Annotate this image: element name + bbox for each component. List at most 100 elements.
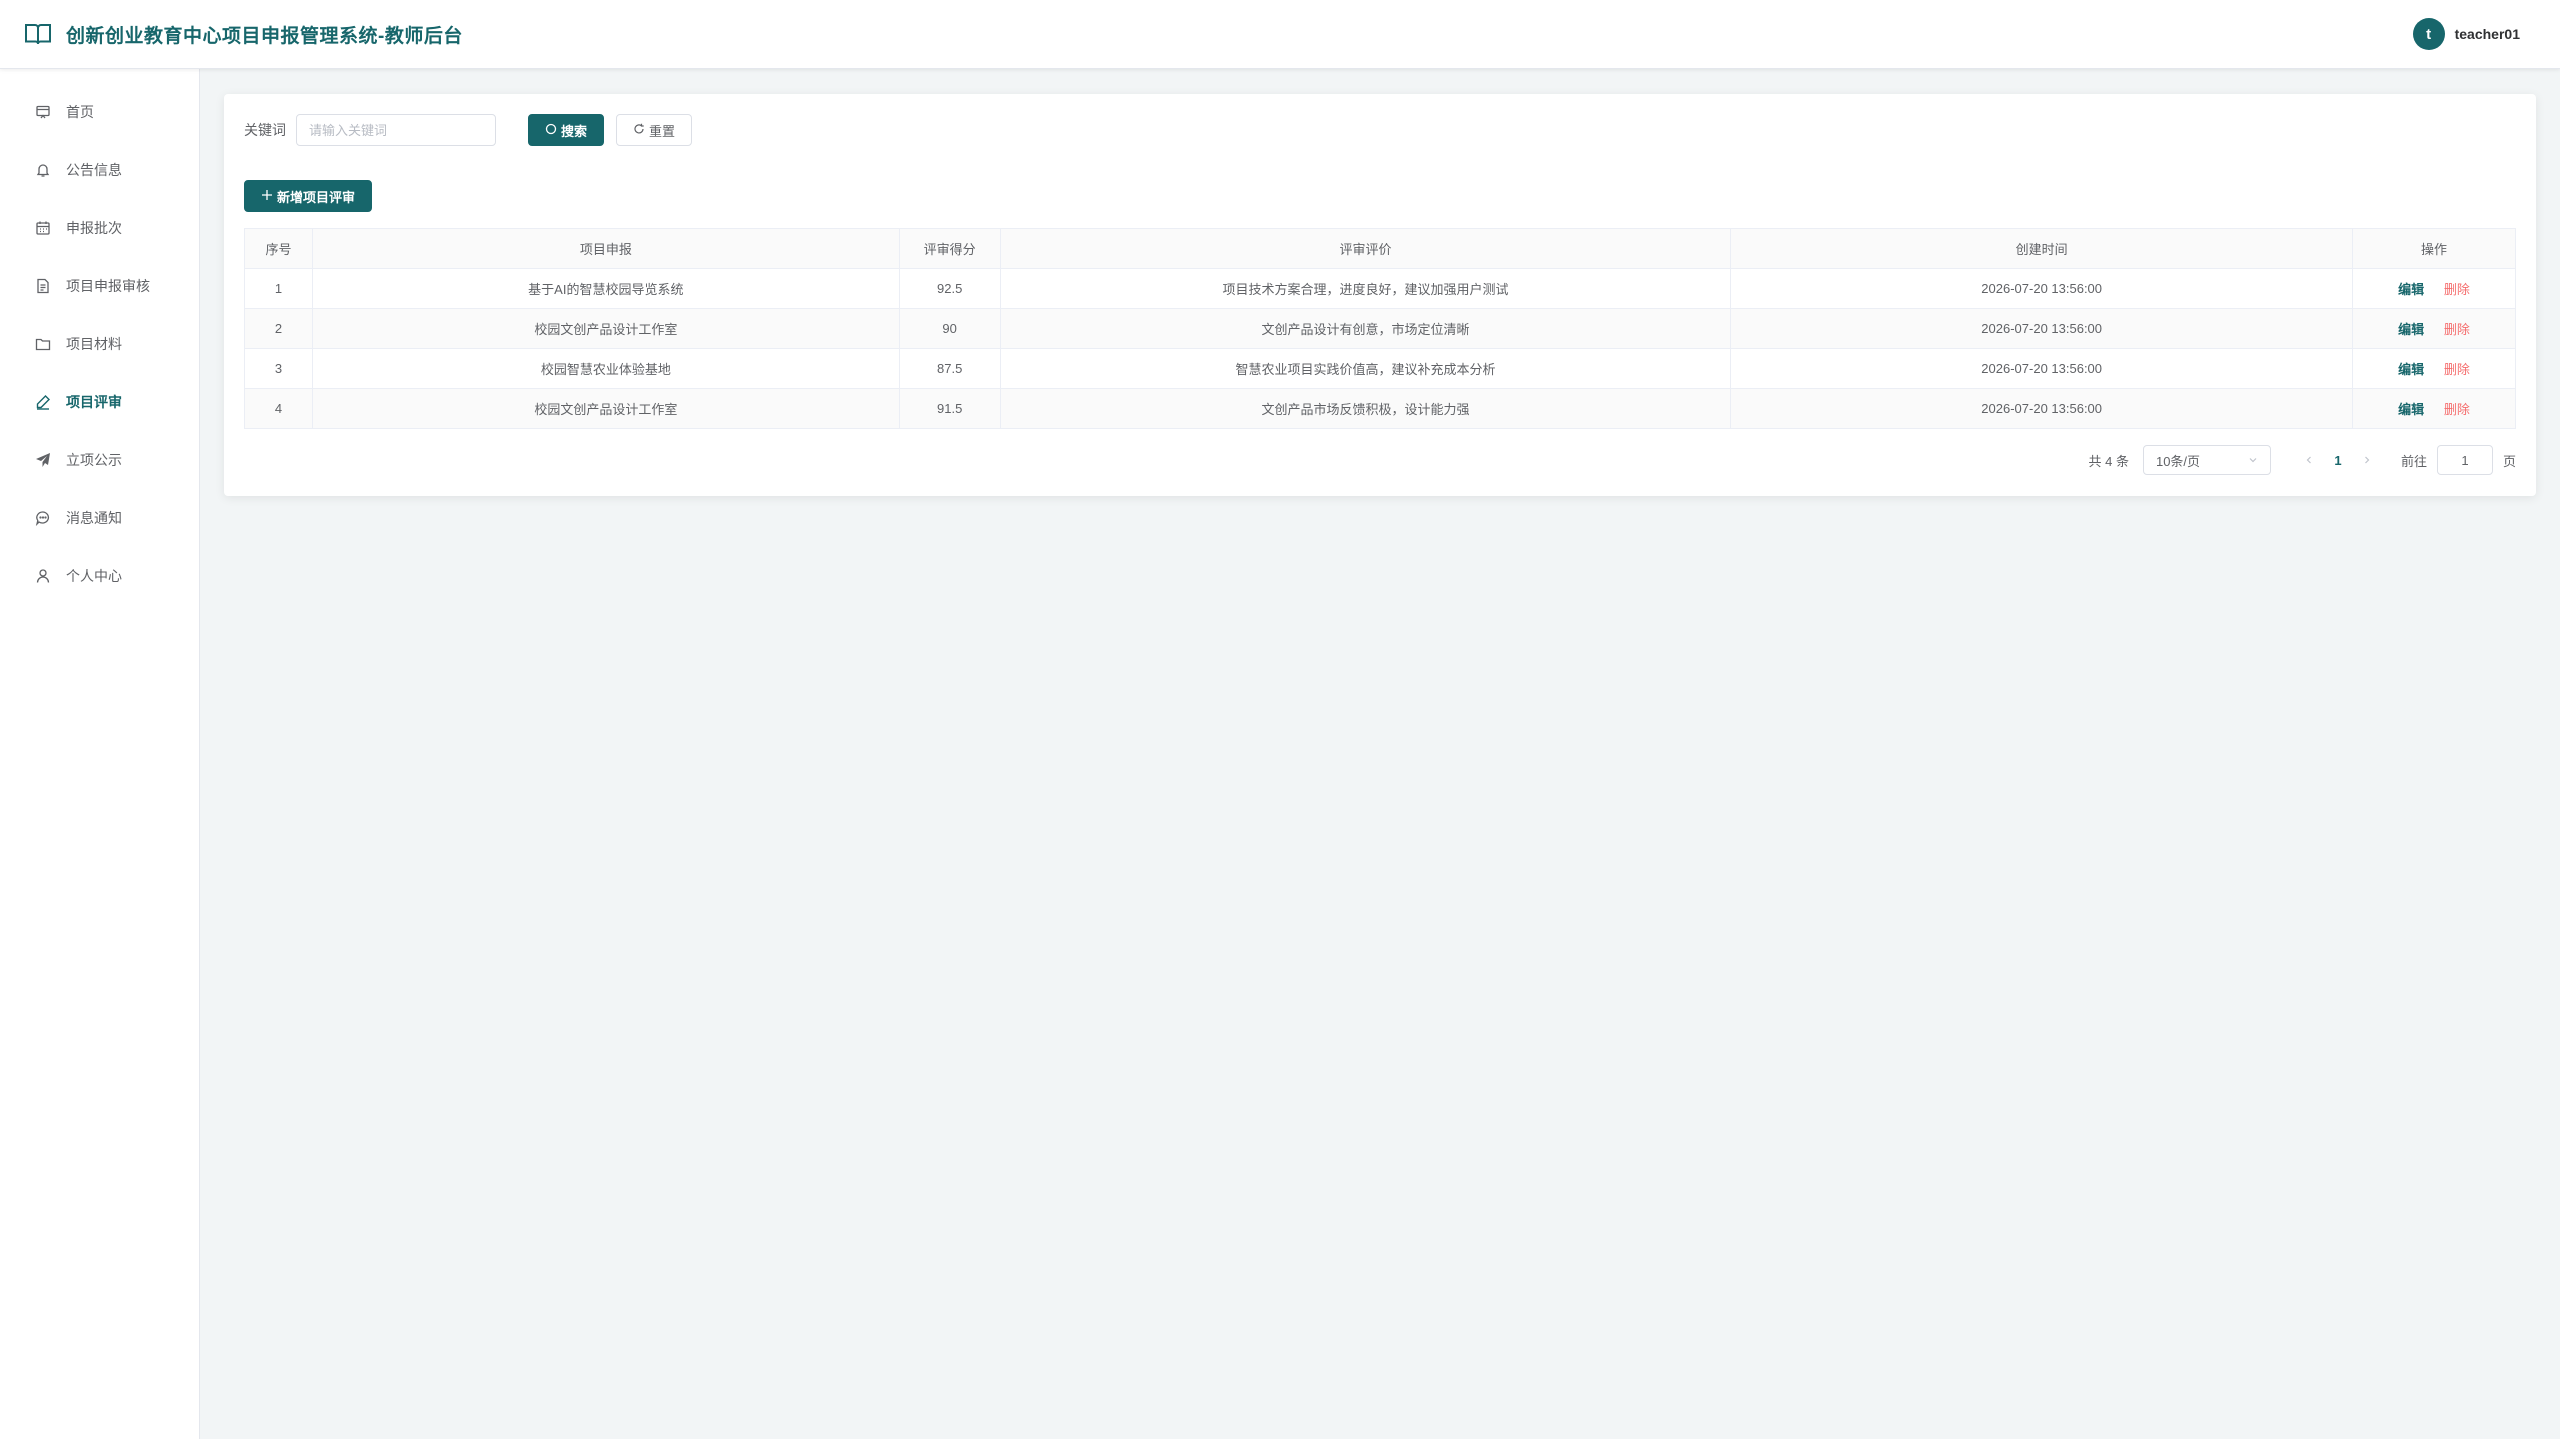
calendar-icon	[34, 219, 52, 237]
next-page-button[interactable]	[2353, 452, 2381, 468]
sidebar-item-label: 首页	[66, 104, 94, 120]
cell-actions: 编辑 删除	[2352, 268, 2516, 309]
table-row: 4 校园文创产品设计工作室 91.5 文创产品市场反馈积极，设计能力强 2026…	[244, 388, 2516, 429]
chat-icon	[34, 509, 52, 527]
cell-score: 90	[898, 308, 1001, 349]
pagination-total: 共 4 条	[2088, 453, 2129, 469]
cell-comment: 文创产品设计有创意，市场定位清晰	[999, 308, 1732, 349]
sidebar-item-label: 项目材料	[66, 336, 122, 352]
cell-comment: 项目技术方案合理，进度良好，建议加强用户测试	[999, 268, 1732, 309]
delete-link[interactable]: 删除	[2444, 282, 2470, 297]
sidebar-item-label: 公告信息	[66, 162, 122, 178]
avatar[interactable]: t	[2412, 18, 2445, 50]
send-icon	[34, 451, 52, 469]
sidebar-item-messages[interactable]: 消息通知	[0, 489, 199, 547]
page-number-current[interactable]: 1	[2323, 453, 2353, 468]
cell-project: 校园文创产品设计工作室	[311, 308, 900, 349]
cell-project: 校园智慧农业体验基地	[311, 348, 900, 389]
cell-comment: 文创产品市场反馈积极，设计能力强	[999, 388, 1732, 429]
cell-index: 1	[244, 268, 313, 309]
reset-button-label: 重置	[649, 123, 676, 139]
cell-created: 2026-07-20 13:56:00	[1730, 388, 2354, 429]
user-icon	[34, 567, 52, 585]
chevron-left-icon	[2306, 456, 2311, 464]
review-table: 序号 项目申报 评审得分 评审评价 创建时间 操作 1 基于AI的智慧校园导览系…	[244, 228, 2516, 429]
page-size-value: 10条/页	[2155, 453, 2201, 469]
sidebar-item-publicity[interactable]: 立项公示	[0, 431, 199, 489]
search-input[interactable]	[296, 114, 496, 146]
cell-score: 91.5	[898, 388, 1001, 429]
brand: 创新创业教育中心项目申报管理系统-教师后台	[24, 21, 463, 48]
top-header: 创新创业教育中心项目申报管理系统-教师后台 t teacher01	[0, 0, 2560, 69]
table-row: 1 基于AI的智慧校园导览系统 92.5 项目技术方案合理，进度良好，建议加强用…	[244, 268, 2516, 309]
bell-icon	[34, 161, 52, 179]
page-size-select[interactable]: 10条/页	[2142, 445, 2271, 475]
search-label: 关键词	[244, 122, 286, 138]
edit-link[interactable]: 编辑	[2398, 362, 2424, 377]
sidebar-item-label: 个人中心	[66, 568, 122, 584]
cell-created: 2026-07-20 13:56:00	[1730, 308, 2354, 349]
column-header-comment: 评审评价	[999, 228, 1732, 269]
chevron-right-icon	[2365, 456, 2370, 464]
goto-prefix: 前往	[2400, 453, 2427, 469]
sidebar-item-label: 项目评审	[66, 394, 122, 410]
edit-icon	[34, 393, 52, 411]
goto-page-input[interactable]	[2436, 445, 2493, 475]
cell-project: 校园文创产品设计工作室	[311, 388, 900, 429]
sidebar-item-label: 消息通知	[66, 510, 122, 526]
sidebar-item-batches[interactable]: 申报批次	[0, 199, 199, 257]
sidebar-item-label: 申报批次	[66, 220, 122, 236]
search-button-label: 搜索	[561, 123, 588, 139]
refresh-icon	[633, 123, 645, 138]
add-review-button-label: 新增项目评审	[277, 189, 356, 205]
cell-index: 2	[244, 308, 313, 349]
table-row: 3 校园智慧农业体验基地 87.5 智慧农业项目实践价值高，建议补充成本分析 2…	[244, 348, 2516, 389]
column-header-score: 评审得分	[898, 228, 1001, 269]
column-header-index: 序号	[244, 228, 313, 269]
folder-icon	[34, 335, 52, 353]
sidebar-item-materials[interactable]: 项目材料	[0, 315, 199, 373]
prev-page-button[interactable]	[2295, 452, 2323, 468]
cell-index: 3	[244, 348, 313, 389]
cell-actions: 编辑 删除	[2352, 388, 2516, 429]
sidebar-item-home[interactable]: 首页	[0, 83, 199, 141]
delete-link[interactable]: 删除	[2444, 362, 2470, 377]
edit-link[interactable]: 编辑	[2398, 322, 2424, 337]
add-review-button[interactable]: 新增项目评审	[244, 180, 373, 212]
edit-link[interactable]: 编辑	[2398, 282, 2424, 297]
cell-comment: 智慧农业项目实践价值高，建议补充成本分析	[999, 348, 1732, 389]
sidebar-item-label: 立项公示	[66, 452, 122, 468]
username[interactable]: teacher01	[2455, 26, 2520, 42]
goto-suffix: 页	[2502, 453, 2516, 469]
column-header-project: 项目申报	[311, 228, 900, 269]
cell-created: 2026-07-20 13:56:00	[1730, 268, 2354, 309]
column-header-actions: 操作	[2352, 228, 2516, 269]
sidebar-item-application-review[interactable]: 项目申报审核	[0, 257, 199, 315]
sidebar: 首页 公告信息 申报批次 项目申报审核 项目材料 项目评审 立项公示 消息通知 …	[0, 69, 200, 1439]
column-header-created: 创建时间	[1730, 228, 2354, 269]
reset-button[interactable]: 重置	[616, 114, 693, 146]
user-menu[interactable]: t teacher01	[2412, 18, 2520, 50]
delete-link[interactable]: 删除	[2444, 402, 2470, 417]
cell-index: 4	[244, 388, 313, 429]
sidebar-item-announcements[interactable]: 公告信息	[0, 141, 199, 199]
app-title: 创新创业教育中心项目申报管理系统-教师后台	[66, 25, 463, 47]
sidebar-item-label: 项目申报审核	[66, 278, 150, 294]
chevron-down-icon	[2248, 453, 2258, 468]
plus-icon	[261, 189, 273, 204]
sidebar-item-profile[interactable]: 个人中心	[0, 547, 199, 605]
search-button[interactable]: 搜索	[528, 114, 605, 146]
table-row: 2 校园文创产品设计工作室 90 文创产品设计有创意，市场定位清晰 2026-0…	[244, 308, 2516, 349]
pagination: 共 4 条 10条/页 1 前往 页	[2088, 444, 2516, 476]
cell-actions: 编辑 删除	[2352, 308, 2516, 349]
cell-score: 92.5	[898, 268, 1001, 309]
content-card: 关键词 搜索 重置 新增项目评审 序号 项目申报	[224, 94, 2536, 496]
sidebar-item-project-review[interactable]: 项目评审	[0, 373, 199, 431]
cell-project: 基于AI的智慧校园导览系统	[311, 268, 900, 309]
cell-created: 2026-07-20 13:56:00	[1730, 348, 2354, 389]
table-header-row: 序号 项目申报 评审得分 评审评价 创建时间 操作	[244, 228, 2516, 269]
edit-link[interactable]: 编辑	[2398, 402, 2424, 417]
search-icon	[545, 123, 557, 138]
delete-link[interactable]: 删除	[2444, 322, 2470, 337]
cell-score: 87.5	[898, 348, 1001, 389]
